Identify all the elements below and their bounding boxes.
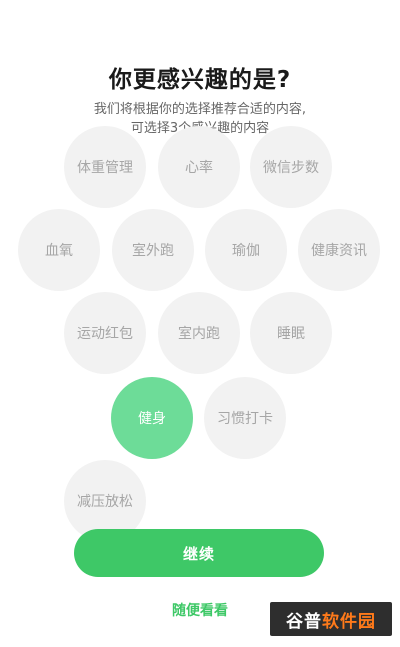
interest-bubble-habit-checkin[interactable]: 习惯打卡 [204,377,286,459]
interest-bubble-sleep[interactable]: 睡眠 [250,292,332,374]
interest-bubble-indoor-run[interactable]: 室内跑 [158,292,240,374]
watermark-text-b: 软件园 [322,611,376,632]
interest-bubble-health-news[interactable]: 健康资讯 [298,209,380,291]
interest-bubble-wechat-steps[interactable]: 微信步数 [250,126,332,208]
interest-bubble-weight-management[interactable]: 体重管理 [64,126,146,208]
subtitle-line-1: 我们将根据你的选择推荐合适的内容, [93,102,307,117]
interest-bubble-fitness[interactable]: 健身 [111,377,193,459]
interest-bubble-yoga[interactable]: 瑜伽 [205,209,287,291]
interest-bubble-outdoor-run[interactable]: 室外跑 [112,209,194,291]
watermark-text-a: 谷普 [286,611,322,632]
page-title: 你更感兴趣的是? [108,67,292,93]
interest-bubble-blood-oxygen[interactable]: 血氧 [18,209,100,291]
continue-button[interactable]: 继续 [74,529,324,577]
interest-bubble-sports-red-packet[interactable]: 运动红包 [64,292,146,374]
interest-bubble-heart-rate[interactable]: 心率 [158,126,240,208]
watermark-logo: 谷普 软件园 [270,602,392,636]
